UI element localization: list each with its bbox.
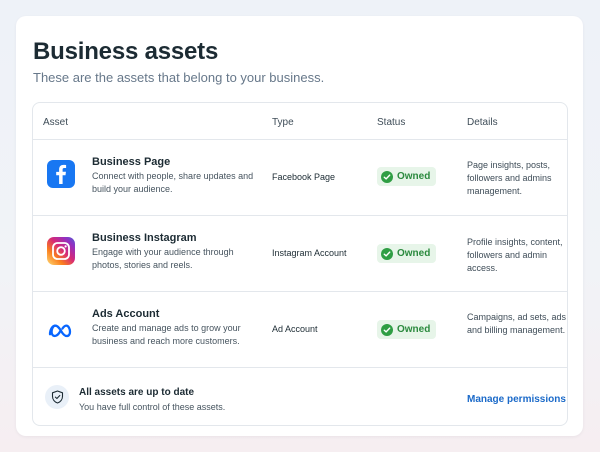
check-circle-icon (381, 170, 393, 183)
asset-description: Connect with people, share updates and b… (92, 171, 254, 194)
check-circle-icon (381, 247, 393, 260)
status-text: Owned (397, 324, 431, 335)
business-assets-card: Business assets These are the assets tha… (16, 16, 583, 436)
asset-type: Ad Account (272, 324, 318, 334)
asset-description: Engage with your audience through photos… (92, 247, 234, 270)
header-asset: Asset (43, 117, 69, 128)
page-subtitle: These are the assets that belong to your… (33, 70, 325, 85)
asset-type: Facebook Page (272, 172, 336, 182)
page-title: Business assets (33, 38, 219, 65)
footer-title: All assets are up to date (79, 387, 195, 398)
instagram-icon (47, 237, 75, 265)
assets-table: Asset Type Status Details Business Page … (32, 102, 568, 426)
status-badge: Owned (377, 320, 437, 339)
meta-icon (47, 316, 75, 344)
asset-details: Profile insights, content, followers and… (467, 237, 563, 273)
header-status: Status (377, 117, 406, 128)
asset-name: Business Page (92, 156, 171, 168)
facebook-icon (47, 160, 75, 188)
header-details: Details (467, 117, 498, 128)
table-footer: All assets are up to date You have full … (33, 368, 567, 425)
shield-check-icon (45, 385, 69, 409)
status-badge: Owned (377, 244, 437, 263)
asset-name: Business Instagram (92, 232, 197, 244)
table-header: Asset Type Status Details (33, 103, 567, 140)
check-circle-icon (381, 323, 393, 336)
asset-name: Ads Account (92, 308, 160, 320)
footer-subtitle: You have full control of these assets. (79, 402, 226, 412)
asset-type: Instagram Account (272, 248, 347, 258)
status-text: Owned (397, 171, 431, 182)
table-row[interactable]: Business Page Connect with people, share… (33, 140, 567, 216)
header-type: Type (272, 117, 294, 128)
status-text: Owned (397, 248, 431, 259)
table-row[interactable]: Ads Account Create and manage ads to gro… (33, 292, 567, 368)
asset-details: Campaigns, ad sets, ads and billing mana… (467, 312, 567, 335)
status-badge: Owned (377, 167, 437, 186)
manage-permissions-link[interactable]: Manage permissions (467, 394, 566, 405)
asset-description: Create and manage ads to grow your busin… (92, 323, 241, 346)
asset-details: Page insights, posts, followers and admi… (467, 160, 552, 196)
table-row[interactable]: Business Instagram Engage with your audi… (33, 216, 567, 292)
